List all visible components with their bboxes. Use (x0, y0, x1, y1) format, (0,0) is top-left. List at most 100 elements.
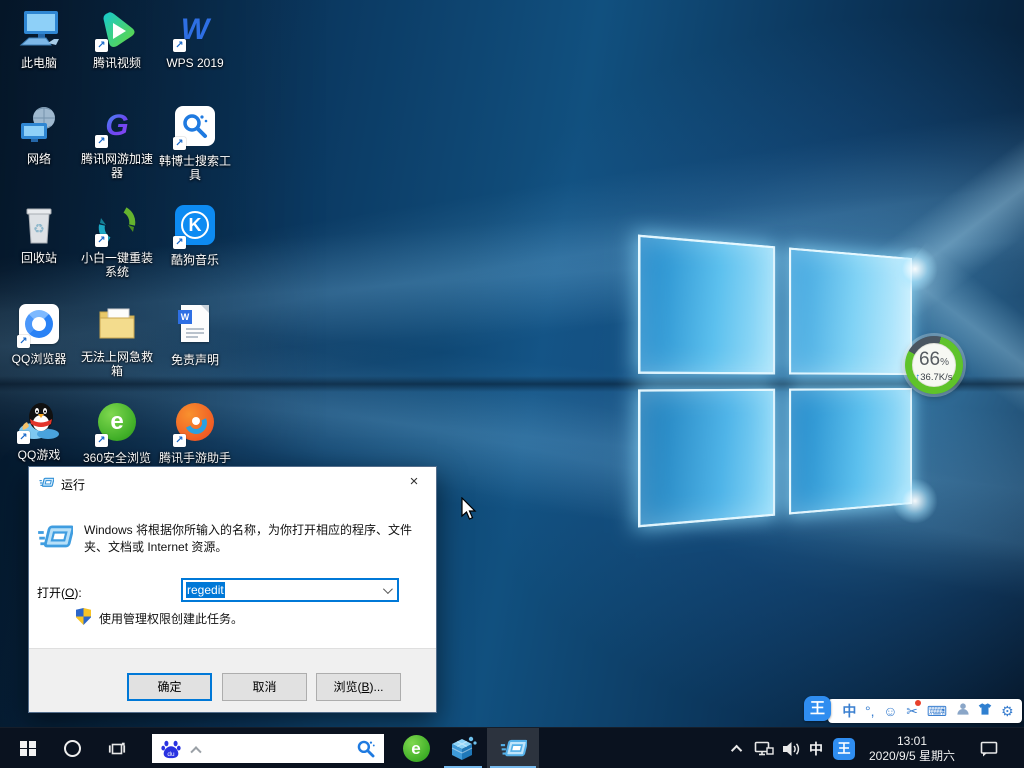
action-center-button[interactable] (972, 728, 1006, 768)
browse-button[interactable]: 浏览(B)... (316, 673, 401, 701)
desktop-icon-label: QQ浏览器 (0, 352, 78, 366)
task-view-button[interactable] (98, 728, 136, 768)
cortana-button[interactable] (54, 728, 90, 768)
blue-cube-icon (449, 735, 477, 763)
baidu-search-icon: du (160, 738, 182, 760)
run-command-input[interactable]: regedit (181, 578, 399, 602)
document-icon: W (173, 305, 217, 349)
chevron-up-icon (731, 744, 742, 755)
notification-dot (915, 700, 921, 706)
desktop-screen: 此电脑 ↗ 腾讯视频 W ↗ WPS 2019 (0, 0, 1024, 768)
tencent-video-icon: ↗ (95, 8, 139, 52)
close-icon[interactable]: × (404, 473, 424, 491)
ime-skin-tshirt-icon[interactable] (978, 699, 992, 723)
desktop-icon-label: 腾讯网游加速器 (78, 152, 156, 180)
desktop-icon-kugou-music[interactable]: K ↗ 酷狗音乐 (156, 203, 234, 267)
shortcut-arrow-icon: ↗ (95, 434, 108, 447)
desktop-icon-disclaimer-doc[interactable]: W 免责声明 (156, 302, 234, 367)
clock-time: 13:01 (869, 734, 955, 749)
desktop-icon-label: 无法上网急救箱 (78, 350, 156, 378)
desktop-icon-label: 此电脑 (0, 56, 78, 70)
shortcut-arrow-icon: ↗ (173, 137, 186, 150)
desktop-icon-xiaobai-reinstall[interactable]: ↗ 小白一键重装系统 (78, 203, 156, 279)
desktop-icon-qq-game[interactable]: ↗ QQ游戏 (0, 400, 78, 462)
hanboshi-search-icon: ↗ (173, 106, 217, 150)
chevron-down-icon[interactable] (383, 584, 393, 594)
kugou-music-icon: K ↗ (173, 205, 217, 249)
shortcut-arrow-icon: ↗ (17, 431, 30, 444)
desktop-icon-recycle-bin[interactable]: ♻ 回收站 (0, 203, 78, 265)
tray-clock[interactable]: 13:01 2020/9/5 星期六 (860, 728, 964, 768)
shortcut-arrow-icon: ↗ (173, 39, 186, 52)
cancel-button[interactable]: 取消 (222, 673, 307, 701)
shortcut-arrow-icon: ↗ (173, 236, 186, 249)
network-ethernet-icon (754, 739, 774, 759)
memory-percent: 66% (913, 350, 955, 372)
ime-account-icon[interactable] (956, 699, 970, 723)
tencent-mobile-assistant-icon: ↗ (173, 403, 217, 447)
tencent-accelerator-icon: G ↗ (95, 104, 139, 148)
tray-volume[interactable] (778, 728, 804, 768)
clock-date: 2020/9/5 星期六 (869, 749, 955, 764)
desktop-icon-this-pc[interactable]: 此电脑 (0, 8, 78, 70)
taskbar-run-window[interactable] (487, 728, 539, 768)
upload-speed: ↑36.7K/s (913, 372, 955, 384)
sogou-logo-icon: 王 (833, 738, 855, 760)
ime-settings-gear-icon[interactable]: ⚙ (1001, 699, 1014, 723)
desktop-icon-qq-browser[interactable]: ↗ QQ浏览器 (0, 302, 78, 366)
desktop-icon-label: 腾讯手游助手 (156, 451, 234, 465)
ok-button[interactable]: 确定 (127, 673, 212, 701)
desktop-icon-tencent-gamepad[interactable]: ↗ 腾讯手游助手 (156, 400, 234, 465)
desktop-icon-network[interactable]: 网络 (0, 104, 78, 166)
taskbar-search-box[interactable]: du (152, 734, 384, 763)
desktop-icon-wps[interactable]: W ↗ WPS 2019 (156, 8, 234, 70)
desktop-icon-tencent-video[interactable]: ↗ 腾讯视频 (78, 8, 156, 70)
qq-game-penguin-icon: ↗ (17, 400, 61, 444)
recycle-bin-icon: ♻ (17, 203, 61, 247)
ime-screenshot-scissors-icon[interactable]: ✂ (906, 699, 918, 723)
folder-icon (95, 302, 139, 346)
qq-browser-icon: ↗ (17, 304, 61, 348)
taskbar-360-browser[interactable]: e (396, 728, 436, 768)
net-speed-floating-widget[interactable]: 66% ↑36.7K/s (905, 336, 963, 394)
start-button[interactable] (8, 728, 48, 768)
taskbar: du e (0, 727, 1024, 768)
desktop-icon-network-aid-folder[interactable]: 无法上网急救箱 (78, 302, 156, 378)
xiaobai-reinstall-icon: ↗ (95, 203, 139, 247)
run-icon (500, 735, 527, 762)
taskbar-cube-app[interactable] (441, 728, 485, 768)
wps-icon: W ↗ (173, 8, 217, 52)
desktop-icon-label: 腾讯视频 (78, 56, 156, 70)
ime-punctuation-icon[interactable]: °, (865, 699, 875, 723)
shortcut-arrow-icon: ↗ (173, 434, 186, 447)
desktop-icon-label: 网络 (0, 152, 78, 166)
run-dialog-titlebar[interactable]: 运行 × (29, 467, 436, 497)
desktop-icon-hanboshi-search[interactable]: ↗ 韩博士搜索工具 (156, 104, 234, 182)
run-dialog: 运行 × Windows 将根据你所输入的名称，为你打开相应的程序、文件夹、文档… (28, 466, 437, 713)
tray-sogou-ime[interactable]: 王 (830, 728, 858, 768)
run-dialog-description: Windows 将根据你所输入的名称，为你打开相应的程序、文件夹、文档或 Int… (84, 522, 422, 556)
mouse-cursor (461, 497, 480, 521)
desktop-icon-360-browser[interactable]: e ↗ 360安全浏览 (78, 400, 156, 465)
desktop-icon-label: 小白一键重装系统 (78, 251, 156, 279)
run-icon (39, 475, 54, 490)
windows-start-icon (20, 741, 36, 757)
network-icon (17, 104, 61, 148)
desktop-icon-label: 韩博士搜索工具 (156, 154, 234, 182)
tray-show-hidden-icons[interactable] (726, 728, 750, 768)
tray-ime-mode[interactable]: 中 (804, 728, 828, 768)
desktop-icon-label: 360安全浏览 (78, 451, 156, 465)
chevron-up-icon[interactable] (190, 746, 201, 757)
cortana-circle-icon (64, 740, 81, 757)
ime-emoji-icon[interactable]: ☺ (883, 699, 897, 723)
desktop-icon-label: 免责声明 (156, 353, 234, 367)
ime-soft-keyboard-icon[interactable]: ⌨ (927, 699, 947, 723)
admin-privileges-note: 使用管理权限创建此任务。 (99, 610, 243, 627)
desktop-icon-label: 回收站 (0, 251, 78, 265)
desktop-icon-label: QQ游戏 (0, 448, 78, 462)
action-center-icon (979, 739, 999, 759)
desktop-icon-tencent-accelerator[interactable]: G ↗ 腾讯网游加速器 (78, 104, 156, 180)
sogou-ime-logo[interactable]: 王 (804, 696, 831, 721)
tray-network[interactable] (750, 728, 778, 768)
ime-mode-chinese[interactable]: 中 (842, 699, 856, 723)
